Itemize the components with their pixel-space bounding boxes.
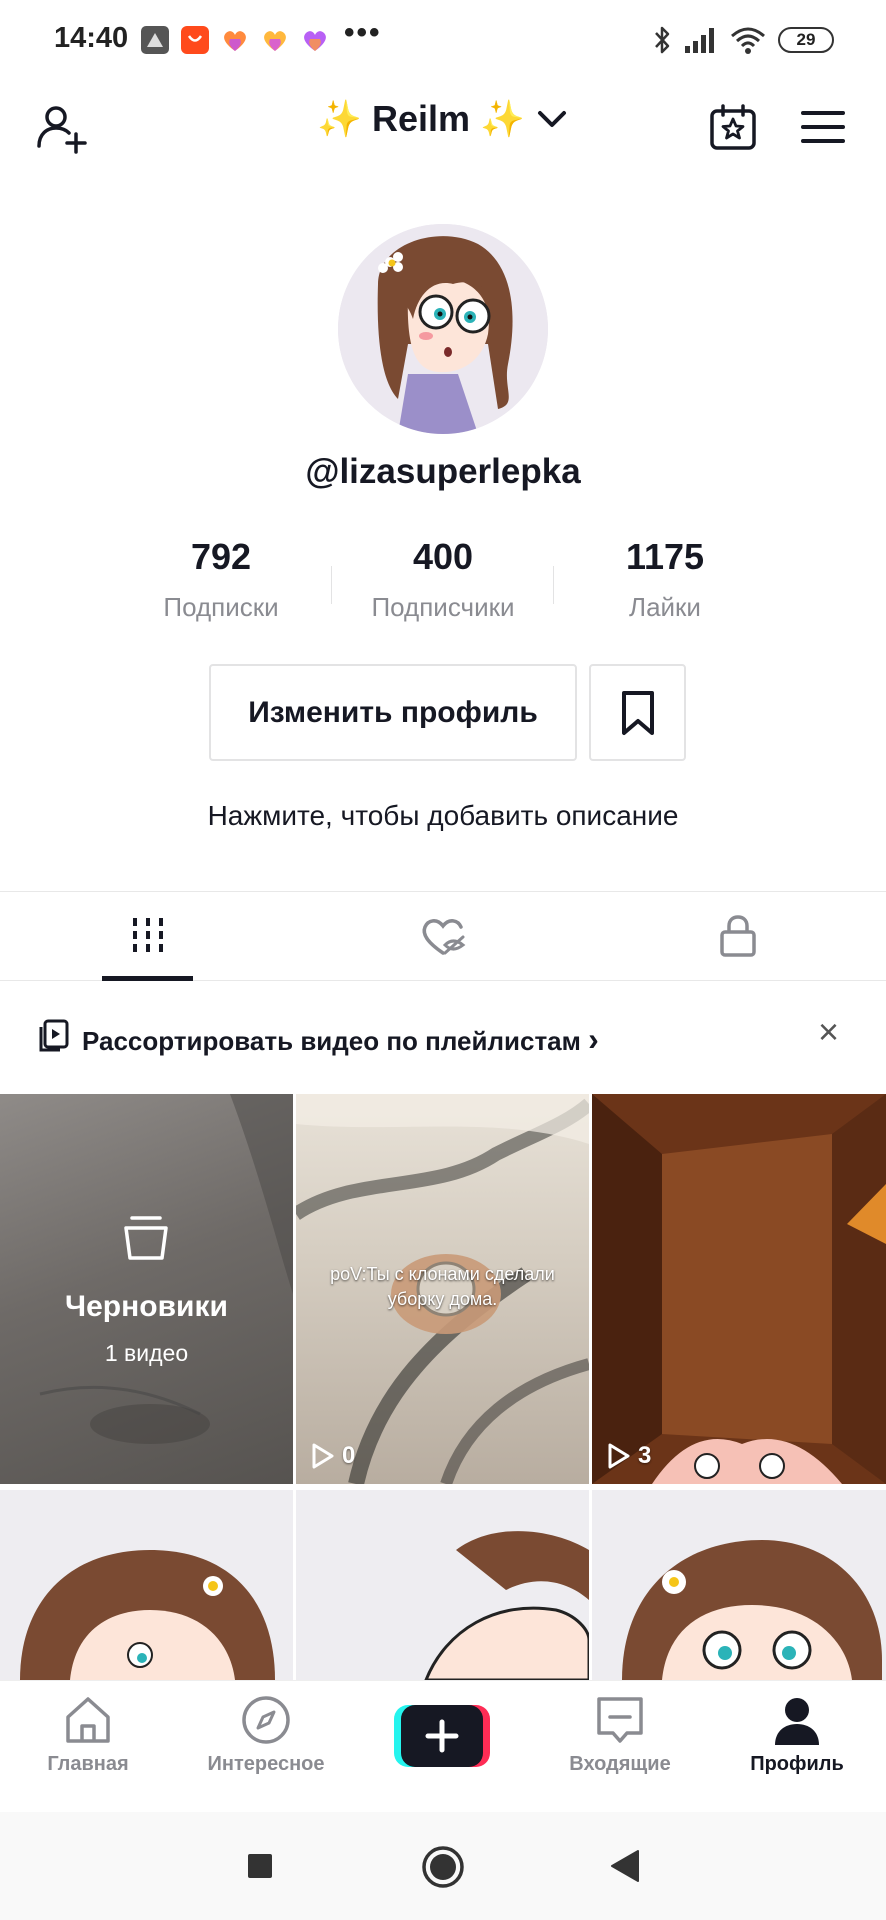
menu-icon bbox=[801, 111, 845, 143]
stat-likes-label: Лайки bbox=[629, 592, 701, 622]
video-caption-overlay: poV:Ты с клонами сделали уборку дома. bbox=[330, 1264, 555, 1309]
nav-discover[interactable]: Интересное bbox=[186, 1693, 346, 1803]
compass-icon bbox=[242, 1696, 290, 1744]
nav-profile[interactable]: Профиль bbox=[717, 1693, 877, 1803]
stat-divider bbox=[331, 566, 332, 604]
close-banner-button[interactable]: × bbox=[818, 1011, 839, 1053]
play-icon bbox=[608, 1443, 630, 1469]
video-tile[interactable] bbox=[0, 1490, 293, 1680]
back-icon[interactable] bbox=[608, 1848, 642, 1884]
tab-private[interactable] bbox=[590, 892, 885, 980]
playlist-banner-text: Рассортировать видео по плейлистам › bbox=[82, 1021, 599, 1058]
bookmark-icon bbox=[621, 690, 654, 735]
username: @lizasuperlepka bbox=[305, 452, 581, 491]
nav-home-label: Главная bbox=[47, 1753, 129, 1775]
drafts-title: Черновики bbox=[65, 1290, 228, 1323]
chevron-down-icon bbox=[537, 111, 566, 127]
tab-videos[interactable] bbox=[0, 892, 295, 980]
sparkle-left: ✨ bbox=[317, 98, 362, 139]
playlist-banner-label: Рассортировать видео по плейлистам bbox=[82, 1026, 581, 1056]
stat-likes-value: 1175 bbox=[625, 536, 705, 577]
video-thumbnail bbox=[20, 1550, 275, 1680]
video-thumbnail bbox=[424, 1531, 589, 1680]
calendar-star-icon bbox=[710, 104, 756, 150]
playlist-banner[interactable]: Рассортировать видео по плейлистам › × bbox=[0, 985, 886, 1090]
wifi-icon bbox=[731, 27, 765, 54]
liked-hidden-icon bbox=[422, 919, 465, 955]
app-icon-likee-1 bbox=[224, 31, 246, 51]
stat-following[interactable]: 792 Подписки bbox=[116, 536, 326, 623]
content-tabs bbox=[0, 891, 886, 981]
avatar-illustration bbox=[338, 224, 548, 434]
app-icon-likee-2 bbox=[264, 31, 286, 51]
grid-icon bbox=[132, 918, 163, 954]
system-navigation-bar bbox=[0, 1812, 886, 1920]
lock-icon bbox=[719, 915, 756, 957]
battery-icon: 29 bbox=[778, 27, 834, 53]
profile-icon bbox=[775, 1698, 819, 1745]
stat-followers-label: Подписчики bbox=[371, 592, 515, 622]
video-thumbnail bbox=[622, 1540, 882, 1680]
view-count-value: 3 bbox=[638, 1442, 652, 1469]
stat-likes[interactable]: 1175 Лайки bbox=[560, 536, 770, 623]
nav-inbox-label: Входящие bbox=[569, 1753, 671, 1775]
app-icon-aliexpress bbox=[181, 26, 209, 54]
video-thumbnail bbox=[592, 1094, 886, 1484]
plus-icon bbox=[394, 1705, 490, 1767]
sparkle-right: ✨ bbox=[480, 98, 525, 139]
battery-level: 29 bbox=[796, 30, 816, 49]
play-icon bbox=[312, 1443, 334, 1469]
nav-inbox[interactable]: Входящие bbox=[540, 1693, 700, 1803]
edit-profile-button[interactable]: Изменить профиль bbox=[209, 664, 577, 761]
tab-liked[interactable] bbox=[295, 892, 590, 980]
account-name: Reilm bbox=[371, 98, 471, 139]
profile-header: ✨ Reilm ✨ bbox=[0, 80, 886, 170]
bio-placeholder[interactable]: Нажмите, чтобы добавить описание bbox=[0, 800, 886, 832]
video-tile[interactable] bbox=[296, 1490, 589, 1680]
favorites-button[interactable] bbox=[589, 664, 686, 761]
chevron-right-icon: › bbox=[588, 1021, 599, 1057]
app-icon-1 bbox=[141, 26, 169, 54]
nav-home[interactable]: Главная bbox=[8, 1693, 168, 1803]
drafts-icon bbox=[124, 1216, 168, 1260]
profile-stats: 792 Подписки 400 Подписчики 1175 Лайки bbox=[0, 536, 886, 626]
video-tile[interactable] bbox=[592, 1490, 886, 1680]
stat-followers-value: 400 bbox=[412, 536, 474, 577]
view-count: 0 bbox=[310, 1442, 355, 1470]
status-bar: 14:40 ••• 29 bbox=[0, 0, 886, 80]
view-count: 3 bbox=[606, 1442, 651, 1470]
more-notifications-indicator: ••• bbox=[344, 16, 382, 49]
home-system-icon[interactable] bbox=[421, 1845, 465, 1889]
home-icon bbox=[66, 1697, 110, 1743]
bottom-navigation: Главная Интересное Входящие Профиль bbox=[0, 1680, 886, 1812]
stat-divider bbox=[553, 566, 554, 604]
menu-button[interactable] bbox=[790, 94, 856, 160]
app-icon-likee-3 bbox=[304, 31, 326, 51]
stat-following-label: Подписки bbox=[163, 592, 279, 622]
bluetooth-icon bbox=[655, 26, 670, 54]
drafts-tile[interactable]: Черновики 1 видео bbox=[0, 1094, 293, 1484]
status-time: 14:40 bbox=[54, 22, 129, 54]
create-button[interactable] bbox=[394, 1705, 490, 1767]
avatar[interactable] bbox=[338, 224, 548, 434]
view-count-value: 0 bbox=[342, 1442, 356, 1469]
drafts-count: 1 видео bbox=[104, 1340, 189, 1366]
stat-followers[interactable]: 400 Подписчики bbox=[338, 536, 548, 623]
creator-calendar-button[interactable] bbox=[700, 94, 766, 160]
recent-apps-icon[interactable] bbox=[246, 1852, 274, 1880]
video-tile[interactable]: 3 bbox=[592, 1094, 886, 1484]
inbox-icon bbox=[597, 1697, 643, 1743]
drafts-background bbox=[39, 1094, 293, 1444]
nav-profile-label: Профиль bbox=[750, 1753, 844, 1775]
playlist-icon bbox=[39, 1019, 69, 1052]
signal-icon bbox=[685, 28, 714, 53]
nav-discover-label: Интересное bbox=[207, 1753, 325, 1775]
active-tab-indicator bbox=[102, 976, 193, 981]
video-tile[interactable]: poV:Ты с клонами сделали уборку дома. 0 bbox=[296, 1094, 589, 1484]
stat-following-value: 792 bbox=[190, 536, 252, 577]
